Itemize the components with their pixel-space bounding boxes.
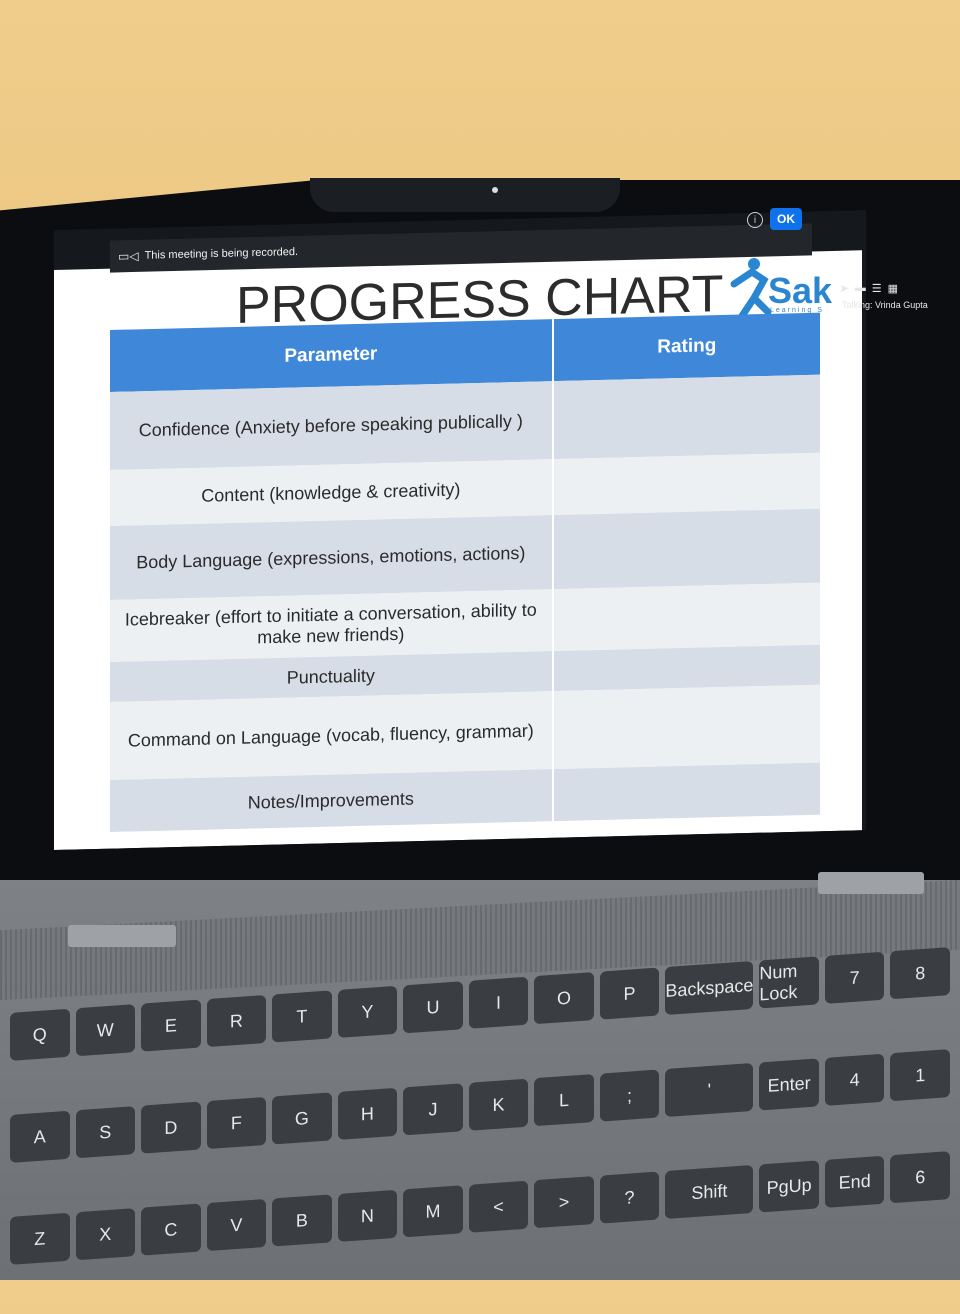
keyboard-key[interactable]: W	[75, 1004, 136, 1057]
keyboard-key[interactable]: H	[337, 1087, 398, 1140]
keyboard-key[interactable]: Enter	[759, 1058, 819, 1111]
rating-cell	[552, 374, 821, 460]
rating-cell	[552, 452, 821, 516]
gallery-view-icon[interactable]: ▦	[888, 282, 898, 295]
header-parameter: Parameter	[110, 319, 553, 392]
keyboard-key[interactable]: Backspace	[665, 960, 754, 1016]
keyboard-key[interactable]: I	[468, 976, 529, 1029]
keyboard-key[interactable]: O	[534, 972, 594, 1025]
progress-table: Parameter Rating Confidence (Anxiety bef…	[110, 312, 822, 832]
speaker-view-icon[interactable]: ☰	[872, 282, 882, 295]
parameter-cell: Icebreaker (effort to initiate a convers…	[110, 589, 553, 662]
hinge-left	[68, 925, 176, 947]
keyboard-key[interactable]: 1	[890, 1049, 950, 1102]
keyboard-key[interactable]: T	[272, 990, 332, 1043]
keyboard-key[interactable]: P	[599, 967, 660, 1020]
keyboard-key[interactable]: PgUp	[759, 1160, 819, 1213]
header-rating: Rating	[552, 312, 821, 382]
keyboard-key[interactable]: 7	[824, 951, 885, 1004]
webcam-bezel	[310, 178, 620, 212]
talking-indicator: Talking: Vrinda Gupta	[842, 300, 928, 310]
keyboard-key[interactable]: 8	[890, 947, 950, 1000]
keyboard-key[interactable]: S	[75, 1106, 136, 1159]
keyboard-key[interactable]: J	[403, 1083, 463, 1136]
keyboard-key[interactable]: E	[141, 999, 201, 1052]
keyboard-key[interactable]: <	[468, 1180, 529, 1233]
keyboard-key[interactable]: 6	[890, 1151, 950, 1204]
parameter-cell: Command on Language (vocab, fluency, gra…	[110, 691, 553, 780]
view-controls: ➤ ▬ ☰ ▦	[830, 276, 960, 300]
recording-notice: This meeting is being recorded.	[144, 245, 299, 262]
keyboard-key[interactable]: D	[141, 1101, 201, 1154]
keyboard-key[interactable]: ?	[599, 1171, 660, 1224]
keyboard-key[interactable]: B	[272, 1194, 332, 1247]
keyboard-key[interactable]: M	[403, 1185, 463, 1238]
rating-cell	[552, 684, 821, 770]
keyboard-key[interactable]: L	[534, 1074, 594, 1127]
keyboard-key[interactable]: X	[75, 1208, 136, 1261]
keyboard-key[interactable]: G	[272, 1092, 332, 1145]
parameter-cell: Body Language (expressions, emotions, ac…	[110, 515, 553, 600]
recording-icon: ▭◁	[118, 248, 139, 264]
ok-button[interactable]: OK	[770, 208, 802, 230]
keyboard-key[interactable]: ;	[599, 1069, 660, 1122]
keyboard-key[interactable]: '	[665, 1062, 754, 1118]
rating-cell	[552, 644, 821, 692]
keyboard-key[interactable]: 4	[824, 1053, 885, 1106]
keyboard-key[interactable]: N	[337, 1189, 398, 1242]
keyboard-key[interactable]: U	[403, 981, 463, 1034]
keyboard-key[interactable]: K	[468, 1078, 529, 1131]
keyboard-key[interactable]: V	[206, 1198, 267, 1252]
parameter-cell: Confidence (Anxiety before speaking publ…	[110, 381, 553, 470]
keyboard-key[interactable]: Z	[10, 1212, 70, 1265]
info-icon[interactable]: i	[747, 212, 763, 228]
logo-text: Sak	[768, 270, 833, 311]
hinge-right	[818, 872, 924, 894]
keyboard-key[interactable]: Q	[10, 1008, 70, 1061]
rating-cell	[552, 582, 821, 652]
minimize-view-icon[interactable]: ▬	[855, 282, 866, 294]
keyboard-key[interactable]: A	[10, 1110, 70, 1163]
keyboard-key[interactable]: End	[824, 1155, 885, 1208]
parameter-cell: Notes/Improvements	[110, 769, 553, 832]
keyboard-key[interactable]: F	[206, 1096, 267, 1150]
rating-cell	[552, 508, 821, 590]
keyboard-key[interactable]: Num Lock	[759, 956, 819, 1009]
rating-cell	[552, 762, 821, 822]
cursor-icon: ➤	[839, 282, 849, 295]
keyboard-key[interactable]: R	[206, 994, 267, 1048]
keyboard-key[interactable]: >	[534, 1176, 594, 1229]
webcam-lens	[492, 187, 498, 193]
keyboard-key[interactable]: Y	[337, 985, 398, 1038]
keyboard-key[interactable]: Shift	[665, 1164, 754, 1220]
keyboard-key[interactable]: C	[141, 1203, 201, 1256]
